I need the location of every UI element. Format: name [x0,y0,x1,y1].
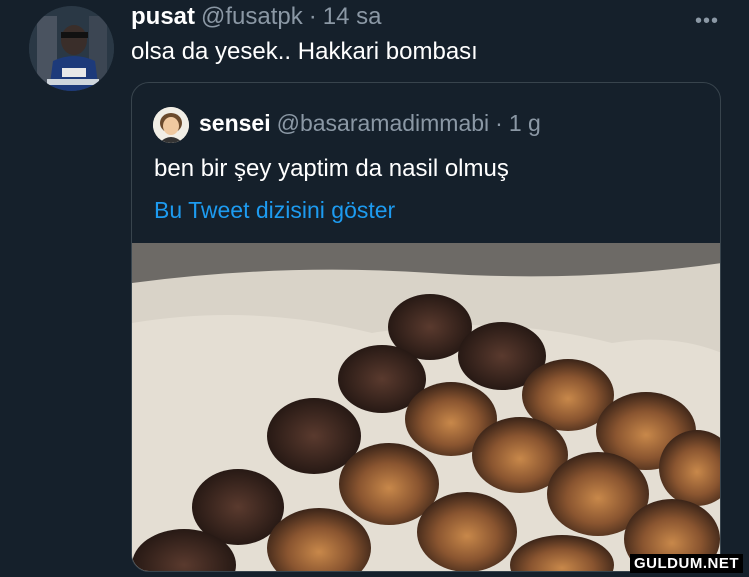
quoted-separator-dot: · [495,110,503,136]
quoted-author-name[interactable]: sensei [199,110,271,137]
quoted-tweet-text: ben bir şey yaptim da nasil olmuş [154,155,509,182]
show-thread-link[interactable]: Bu Tweet dizisini göster [154,197,395,224]
quoted-author-avatar[interactable] [153,107,189,143]
quoted-avatar-image [153,107,189,143]
quoted-author-handle[interactable]: @basaramadimmabi [277,110,490,137]
author-name[interactable]: pusat [131,3,195,31]
author-avatar[interactable] [29,6,114,91]
quoted-tweet-timestamp[interactable]: 1 g [509,110,541,137]
tweet-header: pusat @fusatpk · 14 sa [131,3,381,33]
author-handle[interactable]: @fusatpk [201,3,303,31]
avatar-image [29,6,114,91]
separator-dot: · [308,3,317,30]
tweet-text: olsa da yesek.. Hakkari bombası [131,38,478,65]
more-options-icon[interactable]: ••• [695,10,719,33]
site-watermark: GULDUM.NET [630,554,743,573]
quoted-tweet-card[interactable]: sensei @basaramadimmabi · 1 g ben bir şe… [131,82,721,572]
cookies-photo [132,243,720,571]
quoted-tweet-header: sensei @basaramadimmabi · 1 g [199,110,541,137]
tweet-timestamp[interactable]: 14 sa [323,3,382,31]
quoted-tweet-photo[interactable] [132,243,720,571]
